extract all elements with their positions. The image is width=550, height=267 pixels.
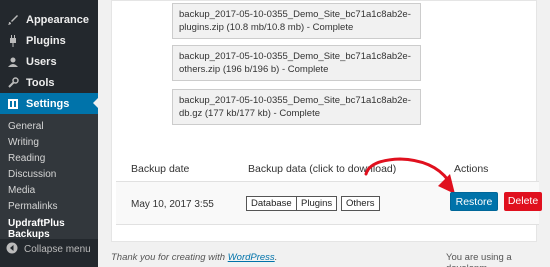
footer-version-text: You are using a developm bbox=[446, 252, 512, 267]
database-button[interactable]: Database bbox=[246, 196, 297, 211]
submenu-item-updraftplus[interactable]: UpdraftPlus Backups bbox=[8, 218, 98, 240]
table-divider bbox=[116, 224, 539, 225]
sidebar-item-settings[interactable]: Settings bbox=[0, 93, 99, 114]
file-label: backup_2017-05-10-0355_Demo_Site_bc71a1c… bbox=[179, 9, 411, 33]
sidebar-item-plugins[interactable]: Plugins bbox=[0, 30, 98, 51]
submenu-item-permalinks[interactable]: Permalinks bbox=[8, 201, 57, 212]
collapse-icon bbox=[6, 242, 18, 257]
collapse-menu-button[interactable]: Collapse menu bbox=[0, 238, 98, 260]
file-label: backup_2017-05-10-0355_Demo_Site_bc71a1c… bbox=[179, 95, 411, 119]
thank-you-text: Thank you for creating with bbox=[111, 252, 228, 263]
thank-you-suffix: . bbox=[274, 252, 278, 263]
sidebar-item-label: Appearance bbox=[26, 13, 89, 26]
settings-submenu: General Writing Reading Discussion Media… bbox=[0, 114, 98, 240]
sidebar-item-label: Users bbox=[26, 55, 57, 68]
submenu-item-reading[interactable]: Reading bbox=[8, 153, 45, 164]
collapse-menu-label: Collapse menu bbox=[24, 243, 91, 255]
footer-thank-you: Thank you for creating with WordPress. bbox=[111, 252, 277, 263]
backup-file-others[interactable]: backup_2017-05-10-0355_Demo_Site_bc71a1c… bbox=[172, 45, 421, 81]
submenu-item-media[interactable]: Media bbox=[8, 185, 35, 196]
backup-file-plugins[interactable]: backup_2017-05-10-0355_Demo_Site_bc71a1c… bbox=[172, 3, 421, 39]
sidebar-item-label: Plugins bbox=[26, 34, 66, 47]
plugins-button[interactable]: Plugins bbox=[296, 196, 338, 211]
admin-sidebar: Appearance Plugins Users Tools Settings … bbox=[0, 0, 99, 267]
user-icon bbox=[6, 55, 20, 69]
main-content: backup_2017-05-10-0355_Demo_Site_bc71a1c… bbox=[98, 0, 550, 267]
wordpress-link[interactable]: WordPress bbox=[228, 252, 275, 263]
sidebar-item-label: Settings bbox=[26, 97, 70, 110]
paintbrush-icon bbox=[6, 13, 20, 27]
submenu-item-writing[interactable]: Writing bbox=[8, 137, 39, 148]
wrench-icon bbox=[6, 76, 20, 90]
file-label: backup_2017-05-10-0355_Demo_Site_bc71a1c… bbox=[179, 51, 411, 75]
sidebar-item-tools[interactable]: Tools bbox=[0, 72, 98, 93]
delete-button[interactable]: Delete bbox=[504, 192, 542, 211]
sidebar-item-label: Tools bbox=[26, 76, 55, 89]
column-header-backup-date: Backup date bbox=[131, 163, 190, 175]
settings-icon bbox=[6, 97, 20, 111]
backup-file-db[interactable]: backup_2017-05-10-0355_Demo_Site_bc71a1c… bbox=[172, 89, 421, 125]
sidebar-item-users[interactable]: Users bbox=[0, 51, 98, 72]
backup-date-cell: May 10, 2017 3:55 bbox=[131, 199, 214, 210]
sidebar-item-appearance[interactable]: Appearance bbox=[0, 9, 98, 30]
submenu-item-discussion[interactable]: Discussion bbox=[8, 169, 56, 180]
plug-icon bbox=[6, 34, 20, 48]
submenu-item-general[interactable]: General bbox=[8, 121, 44, 132]
restore-button[interactable]: Restore bbox=[450, 192, 498, 211]
